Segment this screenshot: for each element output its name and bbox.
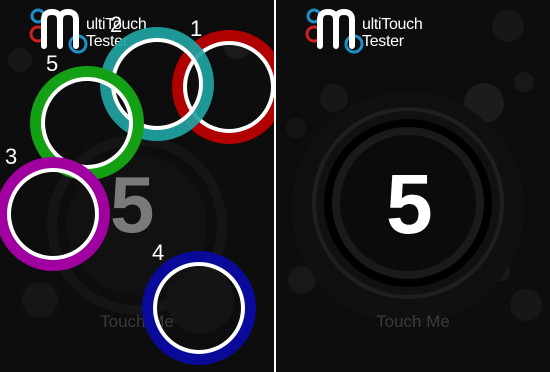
touch-number-2: 2	[110, 12, 123, 37]
touch-ring-3	[0, 157, 110, 271]
screenshot-comparison: ultiTouch Tester Touch Me 5 1 2 3 4 5 ul…	[0, 0, 550, 372]
touch-number-5: 5	[46, 51, 59, 76]
right-screen[interactable]: ultiTouch Tester 5 Touch Me	[276, 0, 550, 372]
touch-count: 5	[386, 157, 433, 251]
touch-rings	[0, 27, 274, 365]
touch-me-label: Touch Me	[376, 312, 450, 331]
touch-ring-4	[142, 251, 256, 365]
touch-number-3: 3	[5, 144, 18, 169]
touch-number-4: 4	[152, 240, 165, 265]
touch-number-1: 1	[190, 16, 203, 41]
left-screen[interactable]: ultiTouch Tester Touch Me 5 1 2 3 4 5	[0, 0, 274, 372]
